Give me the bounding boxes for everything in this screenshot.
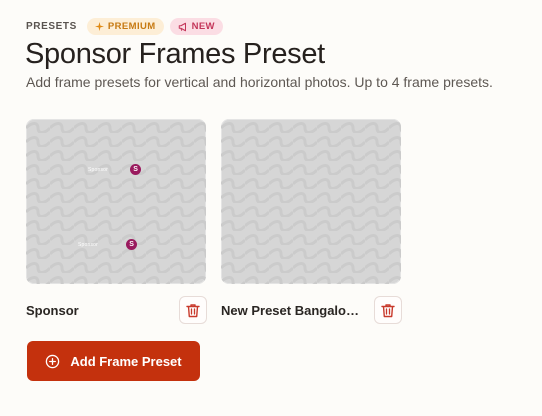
sparkle-icon xyxy=(94,22,104,31)
breadcrumb-label: PRESETS xyxy=(26,21,77,32)
add-frame-preset-button[interactable]: Add Frame Preset xyxy=(27,341,200,381)
plus-circle-icon xyxy=(46,354,60,368)
sponsor-logo-icon: S xyxy=(130,164,142,175)
premium-badge-label: PREMIUM xyxy=(107,21,156,32)
page-subtitle: Add frame presets for vertical and horiz… xyxy=(26,74,493,90)
preset-card[interactable]: Sponsor S Sponsor S Sponsor xyxy=(26,119,207,324)
delete-preset-button[interactable] xyxy=(374,296,402,324)
breadcrumb: PRESETS PREMIUM NEW xyxy=(26,18,223,35)
sponsor-marker-label: Sponsor xyxy=(88,166,109,173)
premium-badge: PREMIUM xyxy=(86,18,164,35)
new-badge-label: NEW xyxy=(191,21,215,32)
sponsor-marker[interactable]: Sponsor S xyxy=(78,239,138,250)
transparency-pattern xyxy=(221,119,401,284)
delete-preset-button[interactable] xyxy=(179,296,207,324)
trash-icon xyxy=(186,303,200,317)
trash-icon xyxy=(381,303,395,317)
page-title: Sponsor Frames Preset xyxy=(25,38,325,70)
new-badge: NEW xyxy=(169,18,223,35)
preset-name: New Preset Bangalor... xyxy=(221,302,361,318)
preset-thumbnail[interactable] xyxy=(221,119,401,284)
sponsor-marker-label: Sponsor xyxy=(78,241,99,248)
preset-name: Sponsor xyxy=(26,302,79,318)
preset-thumbnail[interactable]: Sponsor S Sponsor S xyxy=(26,119,206,284)
sponsor-logo-icon: S xyxy=(126,239,138,250)
megaphone-icon xyxy=(178,22,186,31)
transparency-pattern xyxy=(26,119,206,284)
add-frame-preset-label: Add Frame Preset xyxy=(70,353,182,369)
preset-card[interactable]: New Preset Bangalor... xyxy=(221,119,402,324)
sponsor-marker[interactable]: Sponsor S xyxy=(88,164,142,175)
